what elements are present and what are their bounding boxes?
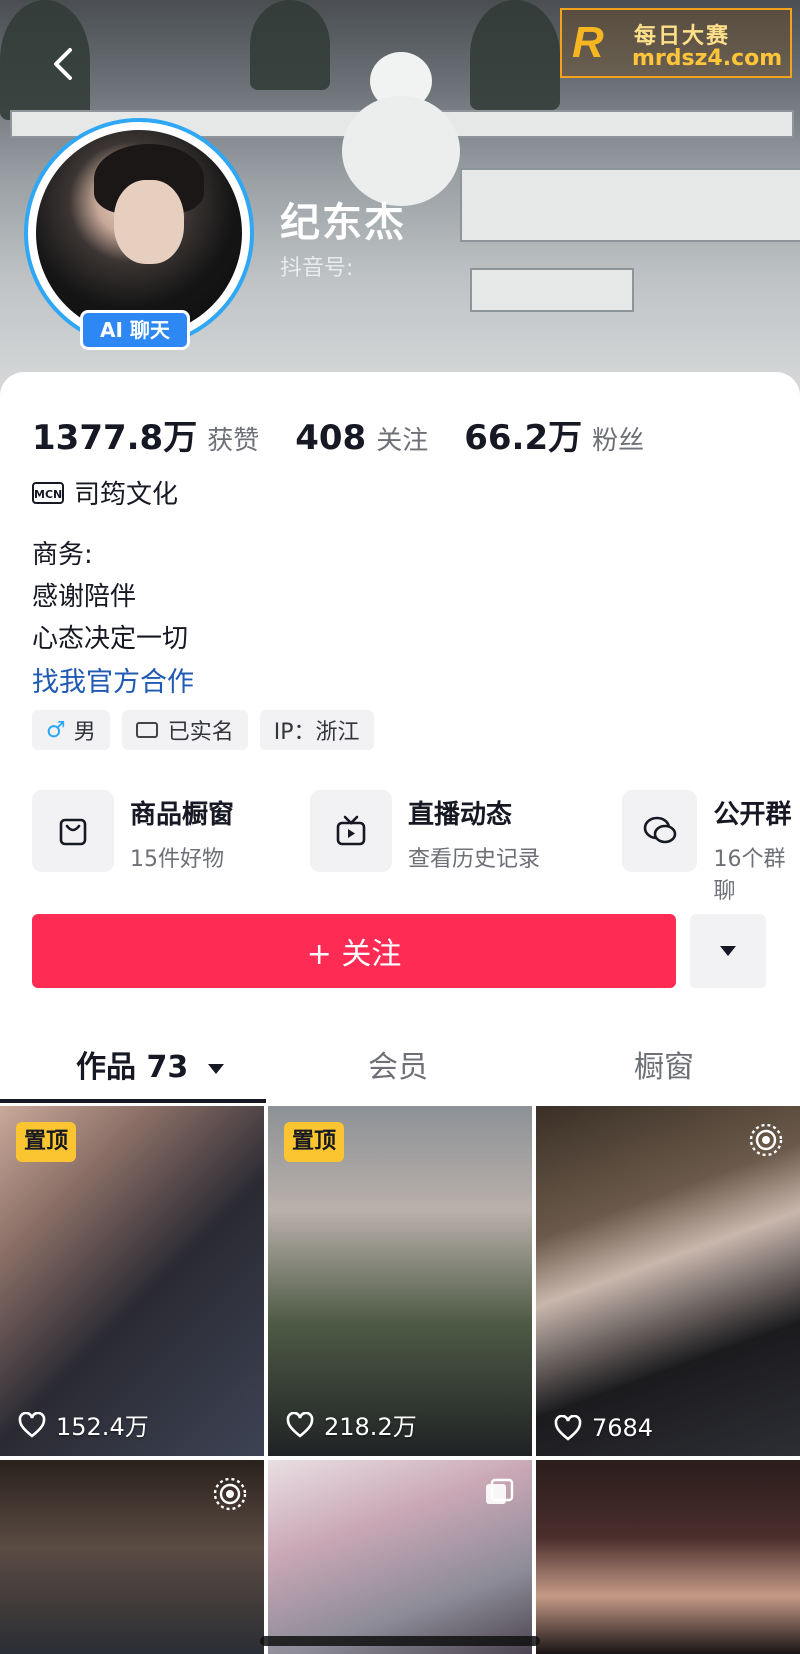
stat-followers-value[interactable]: 66.2万 bbox=[464, 410, 582, 459]
watermark-url: mrdsz4.com bbox=[632, 46, 783, 71]
official-cooperation-link[interactable]: 找我官方合作 bbox=[32, 660, 194, 699]
mcn-org-name: 司筠文化 bbox=[74, 480, 179, 510]
stat-likes-value: 1377.8万 bbox=[32, 418, 198, 458]
active-tab-indicator bbox=[0, 1099, 266, 1103]
video-thumbnail[interactable] bbox=[268, 1460, 532, 1654]
shortcut-title: 直播动态 bbox=[408, 800, 513, 830]
like-count-value: 152.4万 bbox=[56, 1413, 149, 1441]
back-button[interactable] bbox=[44, 44, 84, 84]
video-thumbnail[interactable]: 7684 bbox=[536, 1106, 800, 1456]
caret-down-icon bbox=[207, 1063, 224, 1074]
gender-tag: ♂ 男 bbox=[32, 710, 110, 750]
stat-followers-label[interactable]: 粉丝 bbox=[592, 420, 644, 457]
bio-line: 心态决定一切 bbox=[32, 624, 189, 654]
like-count: 152.4万 bbox=[18, 1407, 149, 1442]
verified-tag: 已实名 bbox=[121, 710, 248, 750]
shopping-bag-icon bbox=[32, 790, 114, 872]
id-card-icon bbox=[135, 722, 158, 738]
shortcut-shop-window[interactable]: 商品橱窗 15件好物 bbox=[32, 790, 234, 873]
bio-line: 商务: bbox=[32, 540, 93, 570]
shortcut-title: 商品橱窗 bbox=[130, 800, 235, 830]
live-icon bbox=[748, 1122, 784, 1162]
shortcut-subtitle: 15件好物 bbox=[130, 847, 224, 872]
tab-works[interactable]: 作品 73 bbox=[76, 1042, 225, 1086]
profile-stats: 1377.8万 获赞 408 关注 66.2万 粉丝 bbox=[32, 410, 680, 459]
like-count: 218.2万 bbox=[286, 1407, 417, 1442]
multi-image-icon bbox=[482, 1476, 516, 1514]
douyin-id: 抖音号: bbox=[280, 256, 354, 281]
shortcut-subtitle: 查看历史记录 bbox=[408, 847, 541, 872]
tab-shop-window[interactable]: 橱窗 bbox=[634, 1042, 694, 1086]
heart-icon bbox=[18, 1411, 46, 1438]
male-icon: ♂ bbox=[46, 717, 66, 743]
live-icon bbox=[212, 1476, 248, 1516]
avatar[interactable] bbox=[36, 130, 242, 336]
ip-tag: IP：浙江 bbox=[259, 710, 374, 750]
tab-label: 作品 73 bbox=[76, 1050, 189, 1085]
gender-label: 男 bbox=[73, 720, 96, 745]
video-thumbnail[interactable] bbox=[536, 1460, 800, 1654]
like-count: 7684 bbox=[554, 1414, 653, 1442]
tv-icon bbox=[310, 790, 392, 872]
content-tabs: 作品 73 会员 橱窗 bbox=[0, 1030, 800, 1100]
video-thumbnail[interactable] bbox=[0, 1460, 264, 1654]
mcn-icon: MCN bbox=[32, 481, 64, 504]
pinned-badge: 置顶 bbox=[16, 1122, 77, 1162]
shortcut-title: 公开群 bbox=[713, 800, 792, 830]
profile-tags: ♂ 男 已实名 IP：浙江 bbox=[32, 710, 374, 750]
watermark-logo: R bbox=[572, 18, 604, 67]
stat-following-label[interactable]: 关注 bbox=[376, 420, 428, 457]
heart-icon bbox=[554, 1415, 582, 1441]
ip-label: IP：浙江 bbox=[273, 720, 360, 745]
shortcut-live[interactable]: 直播动态 查看历史记录 bbox=[310, 790, 540, 873]
chevron-left-icon bbox=[54, 48, 72, 80]
follow-button[interactable]: + 关注 bbox=[32, 914, 676, 988]
stat-likes-label: 获赞 bbox=[207, 426, 260, 456]
bio-line: 感谢陪伴 bbox=[32, 582, 137, 612]
video-thumbnail[interactable]: 置顶 218.2万 bbox=[268, 1106, 532, 1456]
stat-following-value[interactable]: 408 bbox=[295, 418, 366, 458]
like-count-value: 7684 bbox=[592, 1414, 654, 1442]
pinned-badge: 置顶 bbox=[284, 1122, 345, 1162]
video-thumbnail[interactable]: 置顶 152.4万 bbox=[0, 1106, 264, 1456]
shortcut-subtitle: 16个群聊 bbox=[713, 847, 786, 904]
like-count-value: 218.2万 bbox=[324, 1413, 417, 1441]
more-options-button[interactable] bbox=[690, 914, 766, 988]
shortcut-public-groups[interactable]: 公开群 16个群聊 bbox=[622, 790, 800, 905]
home-indicator bbox=[260, 1636, 540, 1646]
ai-chat-badge[interactable]: AI 聊天 bbox=[80, 310, 190, 350]
heart-icon bbox=[286, 1411, 314, 1438]
caret-down-icon bbox=[720, 946, 736, 956]
mcn-org[interactable]: MCN 司筠文化 bbox=[32, 474, 178, 511]
profile-name: 纪东杰 bbox=[280, 200, 406, 246]
verified-label: 已实名 bbox=[167, 720, 234, 745]
tab-membership[interactable]: 会员 bbox=[368, 1042, 428, 1086]
watermark: R 每日大赛 mrdsz4.com bbox=[560, 8, 792, 78]
chat-bubbles-icon bbox=[622, 790, 698, 872]
